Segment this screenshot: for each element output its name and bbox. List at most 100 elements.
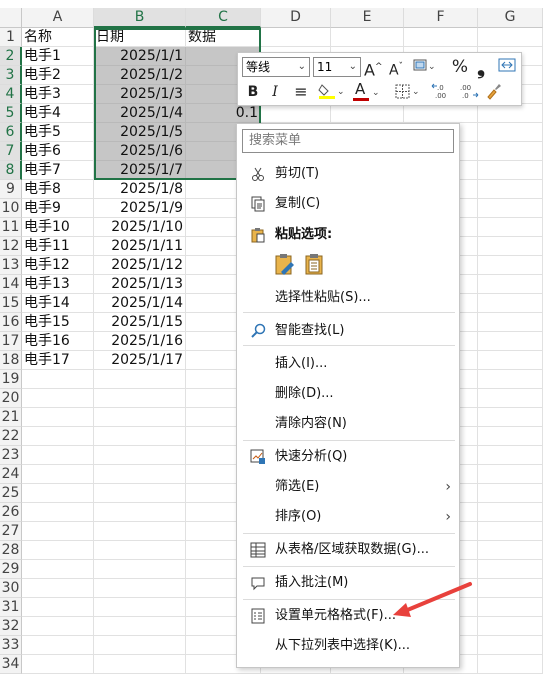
cell-g24[interactable] [478, 465, 543, 484]
cell-a11[interactable]: 电手10 [22, 218, 94, 237]
cell-g19[interactable] [478, 370, 543, 389]
cell-g32[interactable] [478, 617, 543, 636]
cell-b32[interactable] [94, 617, 186, 636]
font-name-dropdown[interactable]: 等线 ⌄ [242, 57, 310, 77]
row-header-23[interactable]: 23 [0, 446, 22, 465]
menu-item-quick-analysis[interactable]: 快速分析(Q) [237, 443, 459, 471]
row-header-26[interactable]: 26 [0, 503, 22, 522]
cell-g6[interactable] [478, 123, 543, 142]
menu-item-copy[interactable]: 复制(C) [237, 190, 459, 218]
cell-a27[interactable] [22, 522, 94, 541]
row-header-10[interactable]: 10 [0, 199, 22, 218]
paste-values-icon[interactable] [303, 252, 327, 280]
cell-b27[interactable] [94, 522, 186, 541]
cell-g23[interactable] [478, 446, 543, 465]
row-header-27[interactable]: 27 [0, 522, 22, 541]
cell-b11[interactable]: 2025/1/10 [94, 218, 186, 237]
align-icon[interactable]: ≡ [292, 82, 310, 102]
cell-a2[interactable]: 电手1 [22, 47, 94, 66]
cell-g12[interactable] [478, 237, 543, 256]
cell-g8[interactable] [478, 161, 543, 180]
cell-g22[interactable] [478, 427, 543, 446]
cell-a21[interactable] [22, 408, 94, 427]
row-header-7[interactable]: 7 [0, 142, 22, 161]
cell-g15[interactable] [478, 294, 543, 313]
cell-b33[interactable] [94, 636, 186, 655]
bold-icon[interactable]: B [246, 82, 260, 102]
cell-a14[interactable]: 电手13 [22, 275, 94, 294]
row-header-33[interactable]: 33 [0, 636, 22, 655]
cell-a1[interactable]: 名称 [22, 28, 94, 47]
cell-a3[interactable]: 电手2 [22, 66, 94, 85]
cell-g16[interactable] [478, 313, 543, 332]
font-size-dropdown[interactable]: 11 ⌄ [313, 57, 361, 77]
cell-g26[interactable] [478, 503, 543, 522]
cell-g21[interactable] [478, 408, 543, 427]
cell-b9[interactable]: 2025/1/8 [94, 180, 186, 199]
cell-f5[interactable] [404, 104, 478, 123]
row-header-18[interactable]: 18 [0, 351, 22, 370]
cell-g11[interactable] [478, 218, 543, 237]
row-header-13[interactable]: 13 [0, 256, 22, 275]
cell-g27[interactable] [478, 522, 543, 541]
cell-g29[interactable] [478, 560, 543, 579]
row-header-24[interactable]: 24 [0, 465, 22, 484]
menu-item-insert-comment[interactable]: 插入批注(M) [237, 569, 459, 597]
cell-g5[interactable] [478, 104, 543, 123]
comma-icon[interactable]: ❟ [474, 57, 488, 77]
cell-a17[interactable]: 电手16 [22, 332, 94, 351]
row-header-32[interactable]: 32 [0, 617, 22, 636]
row-header-21[interactable]: 21 [0, 408, 22, 427]
cell-f1[interactable] [404, 28, 478, 47]
cell-b21[interactable] [94, 408, 186, 427]
cell-b22[interactable] [94, 427, 186, 446]
cell-b25[interactable] [94, 484, 186, 503]
cell-b10[interactable]: 2025/1/9 [94, 199, 186, 218]
row-header-19[interactable]: 19 [0, 370, 22, 389]
cell-b26[interactable] [94, 503, 186, 522]
merge-icon[interactable] [497, 57, 517, 77]
row-header-34[interactable]: 34 [0, 655, 22, 674]
cell-a16[interactable]: 电手15 [22, 313, 94, 332]
cell-a5[interactable]: 电手4 [22, 104, 94, 123]
row-header-2[interactable]: 2 [0, 47, 22, 66]
column-header-b[interactable]: B [94, 8, 186, 28]
menu-item-pick-from-dropdown[interactable]: 从下拉列表中选择(K)... [237, 632, 459, 660]
cell-g18[interactable] [478, 351, 543, 370]
cell-g9[interactable] [478, 180, 543, 199]
cell-d5[interactable] [261, 104, 331, 123]
cell-a4[interactable]: 电手3 [22, 85, 94, 104]
cell-g17[interactable] [478, 332, 543, 351]
cell-a20[interactable] [22, 389, 94, 408]
cell-e1[interactable] [331, 28, 404, 47]
cell-g13[interactable] [478, 256, 543, 275]
row-header-29[interactable]: 29 [0, 560, 22, 579]
row-header-28[interactable]: 28 [0, 541, 22, 560]
cell-a25[interactable] [22, 484, 94, 503]
menu-item-smart-lookup[interactable]: 智能查找(L) [237, 317, 459, 345]
menu-item-insert[interactable]: 插入(I)... [237, 350, 459, 378]
row-header-1[interactable]: 1 [0, 28, 22, 47]
cell-a6[interactable]: 电手5 [22, 123, 94, 142]
cell-a31[interactable] [22, 598, 94, 617]
column-header-g[interactable]: G [478, 8, 543, 28]
row-header-14[interactable]: 14 [0, 275, 22, 294]
cell-a22[interactable] [22, 427, 94, 446]
cell-a28[interactable] [22, 541, 94, 560]
cell-b23[interactable] [94, 446, 186, 465]
row-header-4[interactable]: 4 [0, 85, 22, 104]
increase-decimal-icon[interactable]: .0.00 [430, 82, 454, 102]
cell-a24[interactable] [22, 465, 94, 484]
cell-b29[interactable] [94, 560, 186, 579]
cell-b14[interactable]: 2025/1/13 [94, 275, 186, 294]
row-header-25[interactable]: 25 [0, 484, 22, 503]
cell-a30[interactable] [22, 579, 94, 598]
cell-a23[interactable] [22, 446, 94, 465]
cell-a18[interactable]: 电手17 [22, 351, 94, 370]
cell-b8[interactable]: 2025/1/7 [94, 161, 186, 180]
cell-g20[interactable] [478, 389, 543, 408]
cell-b1[interactable]: 日期 [94, 28, 186, 47]
row-header-16[interactable]: 16 [0, 313, 22, 332]
cell-g33[interactable] [478, 636, 543, 655]
cell-g31[interactable] [478, 598, 543, 617]
